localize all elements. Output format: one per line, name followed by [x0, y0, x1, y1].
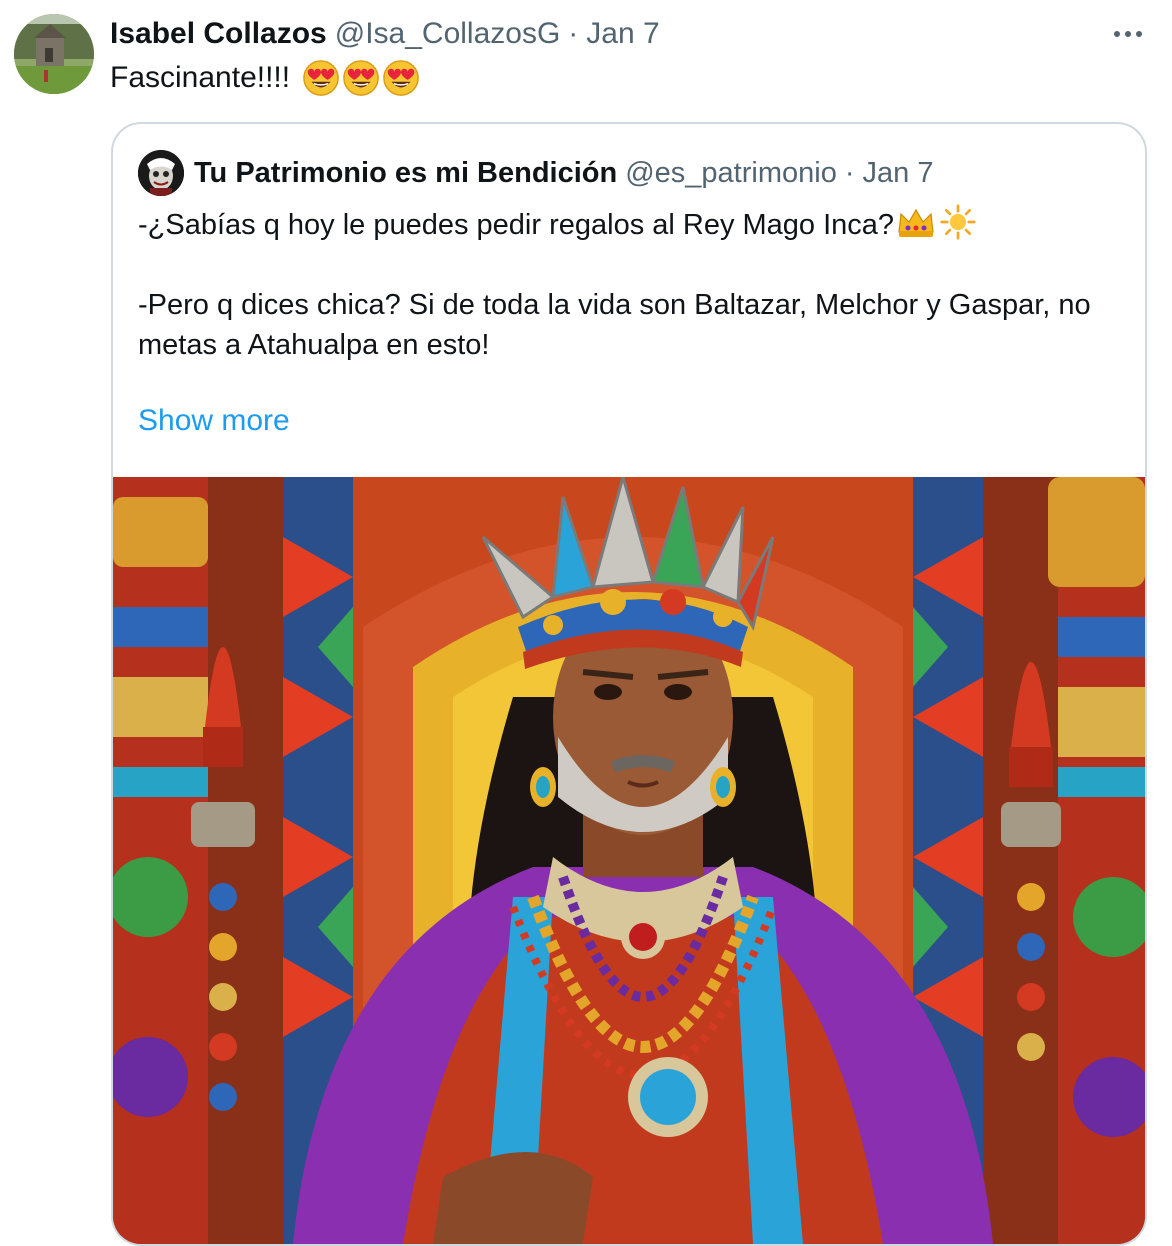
show-more-link[interactable]: Show more: [138, 404, 290, 438]
quoted-author-name[interactable]: Tu Patrimonio es mi Bendición: [194, 157, 617, 190]
tweet-text: Fascinante!!!!: [110, 58, 420, 98]
tweet-date[interactable]: Jan 7: [586, 17, 659, 51]
quoted-media-image[interactable]: [113, 477, 1145, 1244]
avatar-image: [14, 14, 94, 94]
tweet-text-content: Fascinante!!!!: [110, 61, 291, 94]
sun-emoji-icon: [940, 204, 976, 240]
author-name[interactable]: Isabel Collazos: [110, 17, 327, 51]
quoted-header: Tu Patrimonio es mi Bendición @es_patrim…: [194, 152, 933, 194]
quoted-author-handle[interactable]: @es_patrimonio: [625, 157, 837, 190]
heart-eyes-emoji-icon: [343, 60, 379, 96]
author-avatar[interactable]: [14, 14, 94, 94]
heart-eyes-emoji-icon: [303, 60, 339, 96]
separator-dot: ·: [568, 17, 579, 50]
quoted-separator-dot: ·: [844, 156, 855, 189]
author-handle[interactable]: @Isa_CollazosG: [335, 17, 561, 51]
more-options-icon[interactable]: [1108, 20, 1148, 48]
quoted-text-line1: -¿Sabías q hoy le puedes pedir regalos a…: [138, 204, 1128, 245]
quoted-text-line1-content: -¿Sabías q hoy le puedes pedir regalos a…: [138, 209, 895, 241]
quoted-text-line2: -Pero q dices chica? Si de toda la vida …: [138, 289, 1091, 361]
heart-eyes-emoji-icon: [383, 60, 419, 96]
quoted-tweet-text: -¿Sabías q hoy le puedes pedir regalos a…: [138, 204, 1128, 365]
quoted-avatar-image: [138, 150, 184, 196]
quoted-date[interactable]: Jan 7: [863, 157, 934, 190]
inca-king-illustration: [113, 477, 1145, 1244]
quoted-author-avatar[interactable]: [138, 150, 184, 196]
tweet-header: Isabel Collazos @Isa_CollazosG · Jan 7: [110, 14, 660, 54]
crown-emoji-icon: [898, 208, 934, 237]
quoted-tweet-card[interactable]: Tu Patrimonio es mi Bendición @es_patrim…: [111, 122, 1147, 1246]
